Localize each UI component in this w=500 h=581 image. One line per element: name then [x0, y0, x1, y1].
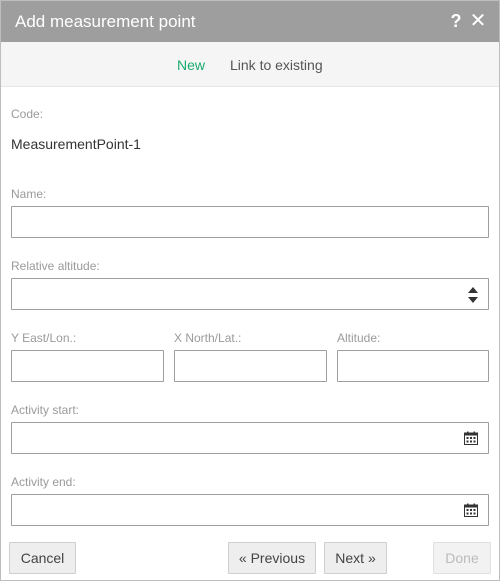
calendar-icon[interactable]: [464, 431, 478, 445]
previous-button[interactable]: « Previous: [228, 542, 316, 574]
relative-altitude-field[interactable]: [12, 279, 488, 309]
activity-end-label: Activity end:: [11, 475, 76, 489]
cancel-button[interactable]: Cancel: [9, 542, 76, 574]
dialog-titlebar: Add measurement point ? ✕: [1, 1, 499, 42]
next-button[interactable]: Next »: [324, 542, 387, 574]
name-field[interactable]: [12, 207, 488, 237]
tab-bar: New Link to existing: [1, 42, 499, 87]
activity-start-label: Activity start:: [11, 403, 80, 417]
tab-link-to-existing[interactable]: Link to existing: [230, 57, 323, 73]
add-measurement-point-dialog: Add measurement point ? ✕ New Link to ex…: [0, 0, 500, 581]
activity-start-field[interactable]: [12, 423, 488, 453]
done-button[interactable]: Done: [433, 542, 491, 574]
y-east-lon-label: Y East/Lon.:: [11, 331, 77, 345]
spinner-icon[interactable]: [468, 285, 478, 305]
spinner-down-icon[interactable]: [468, 297, 478, 303]
name-field-wrapper: [11, 206, 489, 238]
x-north-lat-label: X North/Lat.:: [174, 331, 242, 345]
dialog-title: Add measurement point: [15, 12, 196, 31]
code-label: Code:: [11, 107, 44, 121]
relative-altitude-field-wrapper: [11, 278, 489, 310]
x-north-lat-field[interactable]: [175, 351, 326, 381]
close-icon[interactable]: ✕: [469, 10, 487, 32]
help-icon[interactable]: ?: [448, 10, 464, 32]
altitude-label: Altitude:: [337, 331, 381, 345]
code-value: MeasurementPoint-1: [11, 136, 141, 152]
calendar-icon[interactable]: [464, 503, 478, 517]
activity-end-field-wrapper: [11, 494, 489, 526]
tab-new[interactable]: New: [177, 57, 205, 73]
relative-altitude-label: Relative altitude:: [11, 259, 100, 273]
x-north-lat-field-wrapper: [174, 350, 327, 382]
activity-end-field[interactable]: [12, 495, 488, 525]
altitude-field-wrapper: [337, 350, 489, 382]
spinner-up-icon[interactable]: [468, 287, 478, 293]
y-east-lon-field[interactable]: [12, 351, 163, 381]
activity-start-field-wrapper: [11, 422, 489, 454]
altitude-field[interactable]: [338, 351, 488, 381]
y-east-lon-field-wrapper: [11, 350, 164, 382]
name-label: Name:: [11, 187, 47, 201]
